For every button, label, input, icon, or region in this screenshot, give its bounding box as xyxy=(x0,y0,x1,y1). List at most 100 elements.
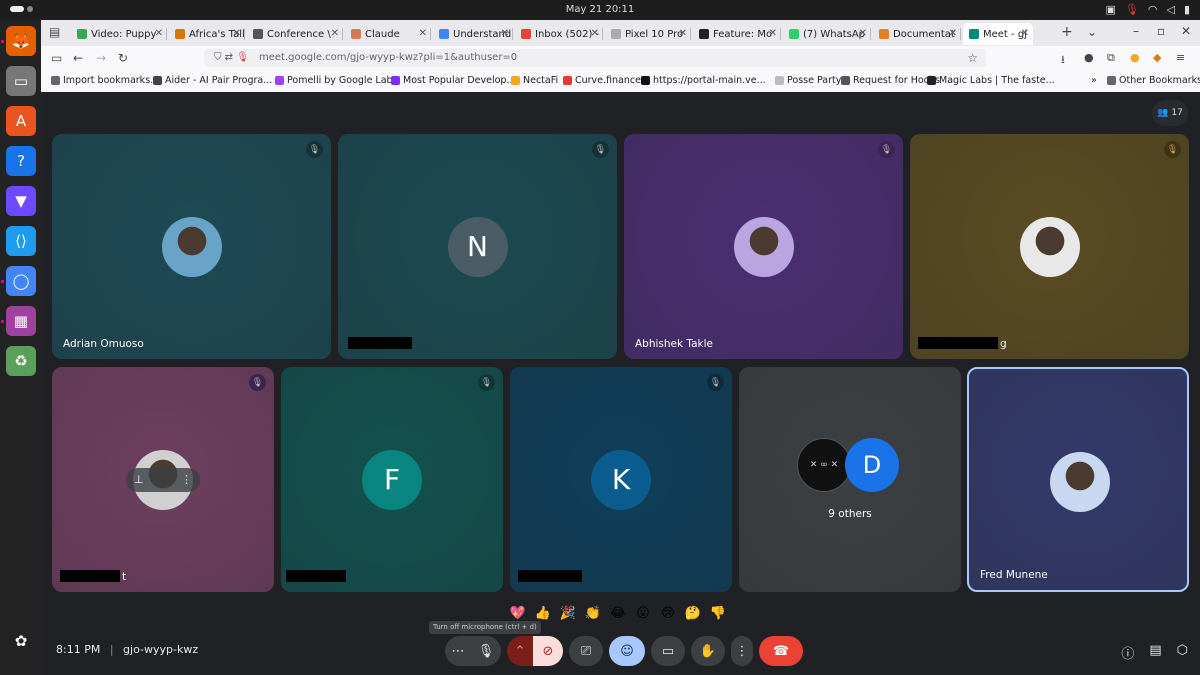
menu-icon[interactable]: ≡ xyxy=(1176,51,1185,64)
more-vert-icon[interactable]: ⋮ xyxy=(181,473,192,486)
reaction-emoji-button[interactable]: 👎 xyxy=(707,602,729,624)
dock-chromium-icon[interactable]: ◯ xyxy=(6,266,36,296)
dock-firefox-icon[interactable]: 🦊 xyxy=(6,26,36,56)
bookmark-item[interactable]: Most Popular Develop... xyxy=(391,75,516,86)
bookmark-item[interactable]: Pomelli by Google Labs xyxy=(275,75,398,86)
more-bookmarks-button[interactable]: » xyxy=(1091,75,1097,86)
bookmark-item[interactable]: https://portal-main.ve... xyxy=(641,75,766,86)
browser-tab[interactable]: Conference \ ✕ xyxy=(247,23,343,45)
tile-hover-controls[interactable]: ⊥ ⋮ xyxy=(126,467,200,492)
browser-tab[interactable]: (7) WhatsAp ✕ xyxy=(783,23,871,45)
participants-button[interactable]: 👥 17 xyxy=(1152,100,1188,126)
dock-files-icon[interactable]: ▭ xyxy=(6,66,36,96)
more-actions-button[interactable]: ⋮ xyxy=(731,636,753,666)
bookmark-item[interactable]: NectaFi xyxy=(511,75,558,86)
extensions-icon[interactable]: ⧉ xyxy=(1107,51,1115,65)
browser-tab[interactable]: Understandi ✕ xyxy=(433,23,513,45)
new-tab-button[interactable]: + xyxy=(1061,24,1073,40)
dock-screen-recorder-icon[interactable]: ▦ xyxy=(6,306,36,336)
tab-overflow-icon[interactable]: ⌄ xyxy=(1087,25,1097,39)
back-button[interactable]: ← xyxy=(73,51,83,65)
participant-tile[interactable]: K 🎙 xyxy=(510,367,732,592)
participant-tile[interactable]: 🎙 g xyxy=(910,134,1189,359)
extension-coin-icon[interactable]: ● xyxy=(1130,51,1140,64)
close-window-button[interactable]: ✕ xyxy=(1181,24,1191,38)
dock-app-center-icon[interactable]: A xyxy=(6,106,36,136)
dock-trash-icon[interactable]: ♻ xyxy=(6,346,36,376)
tab-favicon-icon xyxy=(351,29,361,39)
reaction-emoji-button[interactable]: 😮 xyxy=(632,602,654,624)
bookmark-item[interactable]: Posse Party xyxy=(775,75,841,86)
dock-proton-vpn-icon[interactable]: ▼ xyxy=(6,186,36,216)
close-tab-icon[interactable]: ✕ xyxy=(155,28,163,39)
close-tab-icon[interactable]: ✕ xyxy=(233,28,241,39)
present-button[interactable]: ⎚ xyxy=(569,636,603,666)
system-clock[interactable]: May 21 20:11 xyxy=(0,4,1200,15)
dock-vscode-icon[interactable]: ⟨⟩ xyxy=(6,226,36,256)
reaction-emoji-button[interactable]: 🎉 xyxy=(557,602,579,624)
participant-tile[interactable]: F 🎙 xyxy=(281,367,503,592)
maximize-button[interactable]: ▫ xyxy=(1157,24,1165,38)
participant-tile[interactable]: N 🎙 xyxy=(338,134,617,359)
close-tab-icon[interactable]: ✕ xyxy=(501,28,509,39)
browser-tab[interactable]: Inbox (502) - ✕ xyxy=(515,23,603,45)
camera-button[interactable]: ⊘ xyxy=(533,636,563,666)
browser-tab[interactable]: Claude ✕ xyxy=(345,23,431,45)
browser-tab[interactable]: Meet - gj ✕ xyxy=(963,23,1033,45)
close-tab-icon[interactable]: ✕ xyxy=(859,28,867,39)
bookmark-item[interactable]: Request for Hooks xyxy=(841,75,940,86)
bookmark-item[interactable]: Aider - AI Pair Progra... xyxy=(153,75,272,86)
dock-ubuntu-icon[interactable]: ✿ xyxy=(6,626,36,656)
dock-help-icon[interactable]: ? xyxy=(6,146,36,176)
metamask-icon[interactable]: ◆ xyxy=(1153,51,1161,64)
downloads-icon[interactable]: ⭳ xyxy=(1061,51,1065,70)
tab-list-icon[interactable]: ▤ xyxy=(49,25,60,39)
participant-tile[interactable]: Fred Munene xyxy=(967,367,1189,592)
bookmark-item[interactable]: Curve.finance xyxy=(563,75,641,86)
browser-tab[interactable]: Pixel 10 Pro ✕ xyxy=(605,23,691,45)
participant-tile[interactable]: ✕ ∞ ✕ D 9 others xyxy=(739,367,961,592)
close-tab-icon[interactable]: ✕ xyxy=(591,28,599,39)
browser-tab[interactable]: Video: Puppy ✕ xyxy=(71,23,167,45)
forward-button[interactable]: → xyxy=(96,51,106,65)
meeting-code[interactable]: gjo-wyyp-kwz xyxy=(123,643,198,656)
bookmark-item[interactable]: Other Bookmarks xyxy=(1107,75,1200,86)
close-tab-icon[interactable]: ✕ xyxy=(419,28,427,39)
participant-tile[interactable]: 🎙 Adrian Omuoso xyxy=(52,134,331,359)
reaction-emoji-button[interactable]: 👏 xyxy=(582,602,604,624)
browser-tab[interactable]: Africa's Talki ✕ xyxy=(169,23,245,45)
participant-tile[interactable]: ⊥ ⋮ 🎙 t xyxy=(52,367,274,592)
close-tab-icon[interactable]: ✕ xyxy=(679,28,687,39)
close-tab-icon[interactable]: ✕ xyxy=(949,28,957,39)
security-icons[interactable]: ⛉ ⇄ 🎙 xyxy=(214,49,249,67)
more-options-button[interactable]: ⋯ xyxy=(445,636,471,666)
captions-button[interactable]: ▭ xyxy=(651,636,685,666)
close-tab-icon[interactable]: ✕ xyxy=(769,28,777,39)
info-icon[interactable]: ⓘ xyxy=(1121,643,1134,662)
close-tab-icon[interactable]: ✕ xyxy=(1021,28,1029,39)
bookmark-item[interactable]: Magic Labs | The faste... xyxy=(927,75,1055,86)
url-bar[interactable]: ⛉ ⇄ 🎙 meet.google.com/gjo-wyyp-kwz?pli=1… xyxy=(204,49,986,67)
profile-icon[interactable]: ● xyxy=(1084,51,1094,64)
chat-icon[interactable]: ▤ xyxy=(1149,643,1161,662)
minimize-button[interactable]: – xyxy=(1133,24,1139,38)
activities-icon[interactable]: ⬡ xyxy=(1177,643,1188,662)
reload-button[interactable]: ↻ xyxy=(118,51,128,65)
camera-options-button[interactable]: ⌃ xyxy=(507,636,533,666)
reaction-emoji-button[interactable]: 🤔 xyxy=(682,602,704,624)
participant-tile[interactable]: 🎙 Abhishek Takle xyxy=(624,134,903,359)
browser-tab[interactable]: Feature: Mo ✕ xyxy=(693,23,781,45)
reactions-button[interactable]: ☺ xyxy=(609,636,645,666)
close-tab-icon[interactable]: ✕ xyxy=(331,28,339,39)
system-tray[interactable]: ▣ 🎙 ◠ ◁ ▮ xyxy=(1105,3,1190,16)
microphone-button[interactable]: 🎙 xyxy=(471,636,501,666)
bookmark-star-icon[interactable]: ☆ xyxy=(967,49,978,67)
bookmark-item[interactable]: Import bookmarks... xyxy=(51,75,159,86)
pin-icon[interactable]: ⊥ xyxy=(134,473,144,486)
reaction-emoji-button[interactable]: 😢 xyxy=(657,602,679,624)
sidebar-toggle-icon[interactable]: ▭ xyxy=(51,51,62,65)
raise-hand-button[interactable]: ✋ xyxy=(691,636,725,666)
reaction-emoji-button[interactable]: 😂 xyxy=(607,602,629,624)
browser-tab[interactable]: Documentat ✕ xyxy=(873,23,961,45)
leave-call-button[interactable]: ☎ xyxy=(759,636,803,666)
